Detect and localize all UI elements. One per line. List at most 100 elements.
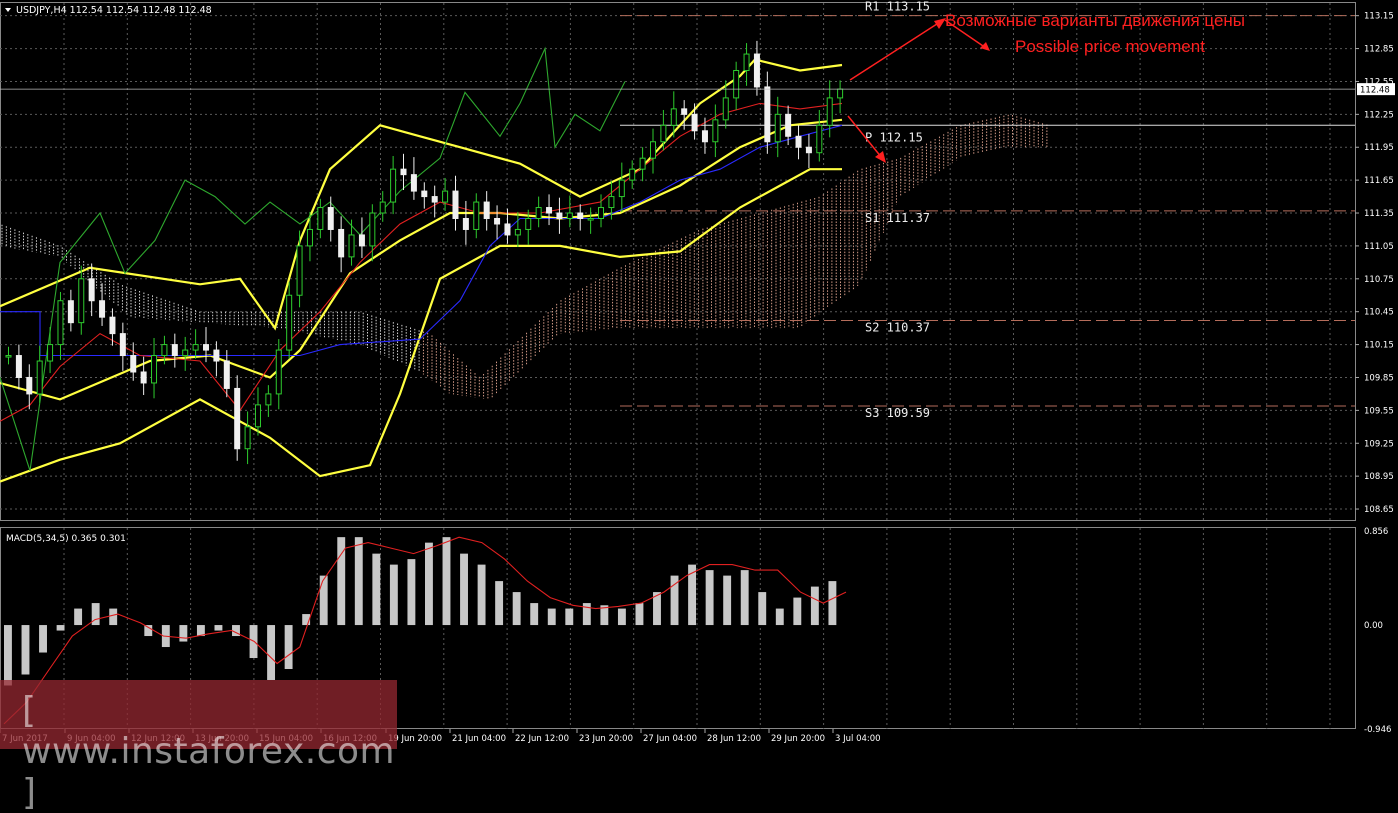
- instaforex-watermark: [ www.instaforex.com ]: [0, 680, 397, 813]
- candle-body: [816, 124, 823, 154]
- macd-bar: [740, 570, 749, 626]
- candle-body: [390, 168, 397, 203]
- candle-body: [171, 344, 178, 357]
- pivot-label: S2 110.37: [865, 320, 930, 334]
- candle-body: [99, 300, 106, 318]
- candle-body: [327, 207, 334, 230]
- macd-bar: [793, 597, 802, 626]
- macd-bar: [828, 581, 837, 626]
- candle-body: [119, 333, 126, 357]
- y-tick-label: 111.95: [1364, 143, 1394, 153]
- macd-bar: [495, 581, 504, 626]
- macd-tick-label: 0.856: [1364, 527, 1388, 537]
- x-tick-label: 23 Jun 20:00: [579, 734, 633, 744]
- candle-body: [379, 201, 386, 214]
- y-tick-label: 109.55: [1364, 406, 1394, 416]
- candle-body: [5, 355, 12, 358]
- candle-body: [733, 69, 740, 99]
- candle-body: [442, 190, 449, 203]
- macd-bar: [512, 592, 521, 626]
- y-tick-label: 109.85: [1364, 373, 1394, 383]
- candle-body: [795, 135, 802, 148]
- x-tick-label: 21 Jun 04:00: [452, 734, 506, 744]
- candle-body: [296, 245, 303, 296]
- chart-header: USDJPY,H4 112.54 112.54 112.48 112.48: [5, 5, 212, 16]
- candle-body: [369, 212, 376, 247]
- candle-body: [598, 207, 605, 220]
- annotation-en: Possible price movement: [1015, 37, 1205, 56]
- candle-body: [348, 234, 355, 258]
- y-tick-label: 111.65: [1364, 176, 1394, 186]
- candle-body: [286, 294, 293, 351]
- macd-bar: [688, 564, 697, 626]
- collapse-triangle-icon[interactable]: [5, 8, 11, 12]
- macd-bar: [547, 608, 556, 626]
- candle-body: [577, 212, 584, 220]
- candle-body: [774, 113, 781, 143]
- candle-body: [130, 355, 137, 373]
- lower-arrow-head: [980, 42, 990, 51]
- candle-body: [670, 108, 677, 126]
- x-tick-label: 28 Jun 12:00: [707, 734, 761, 744]
- candle-body: [701, 130, 708, 143]
- candle-body: [265, 393, 272, 406]
- candle-body: [140, 371, 147, 384]
- macd-bar: [775, 608, 784, 626]
- x-tick-label: 29 Jun 20:00: [771, 734, 825, 744]
- candle-body: [358, 234, 365, 247]
- macd-bar: [407, 559, 416, 626]
- candle-body: [566, 212, 573, 220]
- candle-body: [244, 426, 251, 450]
- macd-bar: [4, 625, 12, 686]
- y-tick-label: 113.15: [1364, 12, 1394, 22]
- macd-bar: [425, 542, 433, 626]
- macd-bar: [144, 625, 153, 637]
- macd-bar: [460, 553, 468, 626]
- macd-bar: [565, 608, 574, 626]
- macd-bar: [442, 537, 451, 626]
- candle-body: [556, 212, 563, 220]
- x-tick-label: 27 Jun 04:00: [643, 734, 697, 744]
- candle-body: [36, 360, 43, 395]
- candle-body: [67, 300, 74, 324]
- x-tick-label: 3 Jul 04:00: [835, 734, 881, 744]
- candlesticks: [5, 40, 844, 465]
- candle-body: [753, 53, 760, 88]
- candle-body: [649, 141, 656, 159]
- macd-bar: [179, 625, 188, 642]
- macd-bar: [389, 564, 398, 626]
- candle-body: [837, 88, 844, 99]
- macd-bar: [109, 608, 118, 626]
- macd-bar: [810, 586, 819, 626]
- pivot-label: S1 111.37: [865, 211, 930, 225]
- macd-bar: [319, 575, 328, 626]
- candle-body: [660, 124, 667, 143]
- macd-bar: [477, 564, 486, 626]
- candle-body: [78, 278, 85, 324]
- main-pane-border: [0, 2, 1356, 521]
- chart-title: USDJPY,H4 112.54 112.54 112.48 112.48: [16, 5, 212, 16]
- y-tick-label: 110.45: [1364, 308, 1394, 318]
- down-arrow-head: [875, 151, 886, 163]
- macd-bar: [214, 625, 223, 631]
- y-tick-label: 108.95: [1364, 472, 1394, 482]
- y-tick-label: 110.75: [1364, 275, 1394, 285]
- pivot-label: P 112.15: [865, 130, 923, 144]
- candle-body: [618, 179, 625, 198]
- macd-bar: [758, 592, 767, 626]
- candle-body: [712, 119, 719, 143]
- candle-body: [421, 190, 428, 198]
- candle-body: [546, 207, 553, 214]
- x-tick-label: 22 Jun 12:00: [515, 734, 569, 744]
- macd-bar: [705, 570, 714, 626]
- y-tick-label: 108.65: [1364, 505, 1394, 515]
- candle-body: [525, 218, 532, 230]
- y-tick-label: 110.15: [1364, 341, 1394, 351]
- candle-body: [494, 218, 501, 225]
- macd-tick-label: 0.00: [1364, 621, 1383, 631]
- macd-bar: [267, 625, 276, 680]
- up-arrow-line: [849, 21, 941, 81]
- chikou-line: [0, 46, 626, 471]
- candle-body: [203, 344, 210, 351]
- current-price-label: 112.48: [1360, 86, 1390, 96]
